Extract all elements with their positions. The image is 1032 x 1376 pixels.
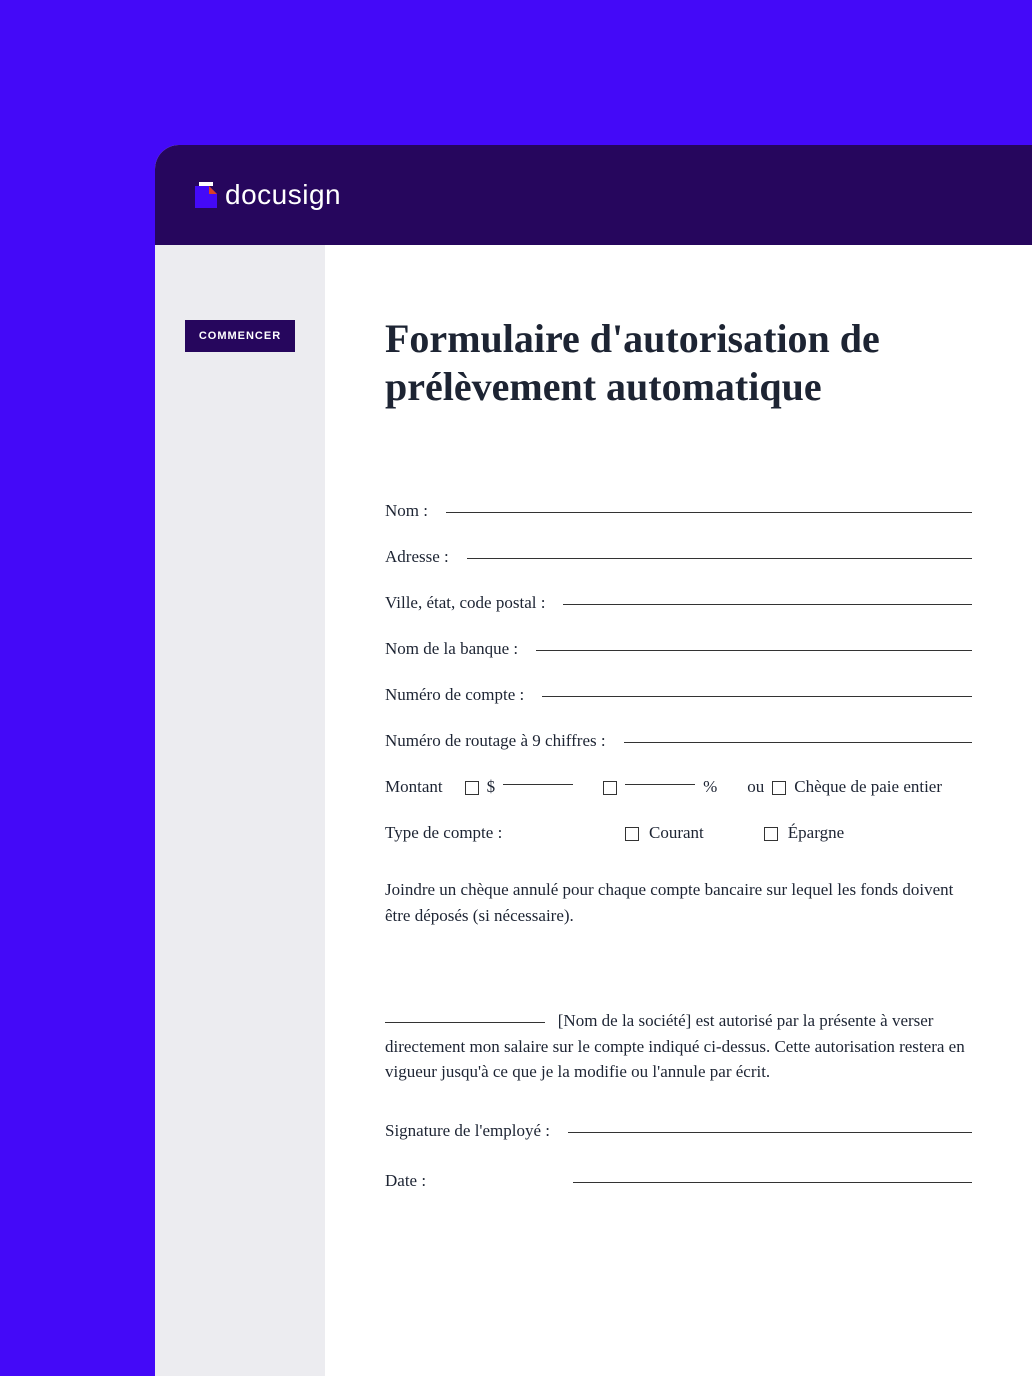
label-city: Ville, état, code postal : [385, 593, 545, 613]
docusign-logo-icon [195, 182, 217, 208]
field-name: Nom : [385, 501, 972, 521]
label-bank: Nom de la banque : [385, 639, 518, 659]
input-line-address[interactable] [467, 558, 972, 559]
docusign-logo-text: docusign [225, 179, 341, 211]
header-bar: docusign [155, 145, 1032, 245]
checkbox-percent[interactable] [603, 781, 617, 795]
label-account: Numéro de compte : [385, 685, 524, 705]
label-signature: Signature de l'employé : [385, 1121, 550, 1141]
document-title: Formulaire d'autorisation de prélèvement… [385, 315, 972, 411]
input-line-date[interactable] [573, 1182, 972, 1183]
label-account-type: Type de compte : [385, 823, 565, 843]
label-amount: Montant [385, 777, 443, 797]
label-checking: Courant [649, 823, 704, 843]
label-or: ou [747, 777, 764, 797]
label-savings: Épargne [788, 823, 844, 843]
label-routing: Numéro de routage à 9 chiffres : [385, 731, 606, 751]
input-line-routing[interactable] [624, 742, 972, 743]
document-area: Formulaire d'autorisation de prélèvement… [325, 245, 1032, 1376]
docusign-logo: docusign [195, 179, 341, 211]
input-line-city[interactable] [563, 604, 972, 605]
checkbox-savings[interactable] [764, 827, 778, 841]
input-line-name[interactable] [446, 512, 972, 513]
field-city: Ville, état, code postal : [385, 593, 972, 613]
sidebar: COMMENCER [155, 245, 325, 1376]
field-account: Numéro de compte : [385, 685, 972, 705]
note-text: Joindre un chèque annulé pour chaque com… [385, 877, 972, 928]
input-line-dollar[interactable] [503, 784, 573, 785]
field-account-type: Type de compte : Courant Épargne [385, 823, 972, 843]
field-address: Adresse : [385, 547, 972, 567]
field-date: Date : [385, 1171, 972, 1191]
field-bank: Nom de la banque : [385, 639, 972, 659]
field-amount: Montant $ % ou Chèque de paie entier [385, 777, 972, 797]
input-line-account[interactable] [542, 696, 972, 697]
field-signature: Signature de l'employé : [385, 1121, 972, 1141]
input-line-percent[interactable] [625, 784, 695, 785]
checkbox-entire[interactable] [772, 781, 786, 795]
label-percent: % [703, 777, 717, 797]
app-window: docusign COMMENCER Formulaire d'autorisa… [155, 145, 1032, 1376]
body-row: COMMENCER Formulaire d'autorisation de p… [155, 245, 1032, 1376]
authorization-text: [Nom de la société] est autorisé par la … [385, 1008, 972, 1085]
label-address: Adresse : [385, 547, 449, 567]
label-date: Date : [385, 1171, 555, 1191]
start-button[interactable]: COMMENCER [185, 320, 295, 352]
label-entire: Chèque de paie entier [794, 777, 942, 797]
input-line-bank[interactable] [536, 650, 972, 651]
label-name: Nom : [385, 501, 428, 521]
input-line-signature[interactable] [568, 1132, 972, 1133]
label-dollar: $ [487, 777, 496, 797]
checkbox-dollar[interactable] [465, 781, 479, 795]
field-routing: Numéro de routage à 9 chiffres : [385, 731, 972, 751]
input-line-company[interactable] [385, 1022, 545, 1023]
checkbox-checking[interactable] [625, 827, 639, 841]
